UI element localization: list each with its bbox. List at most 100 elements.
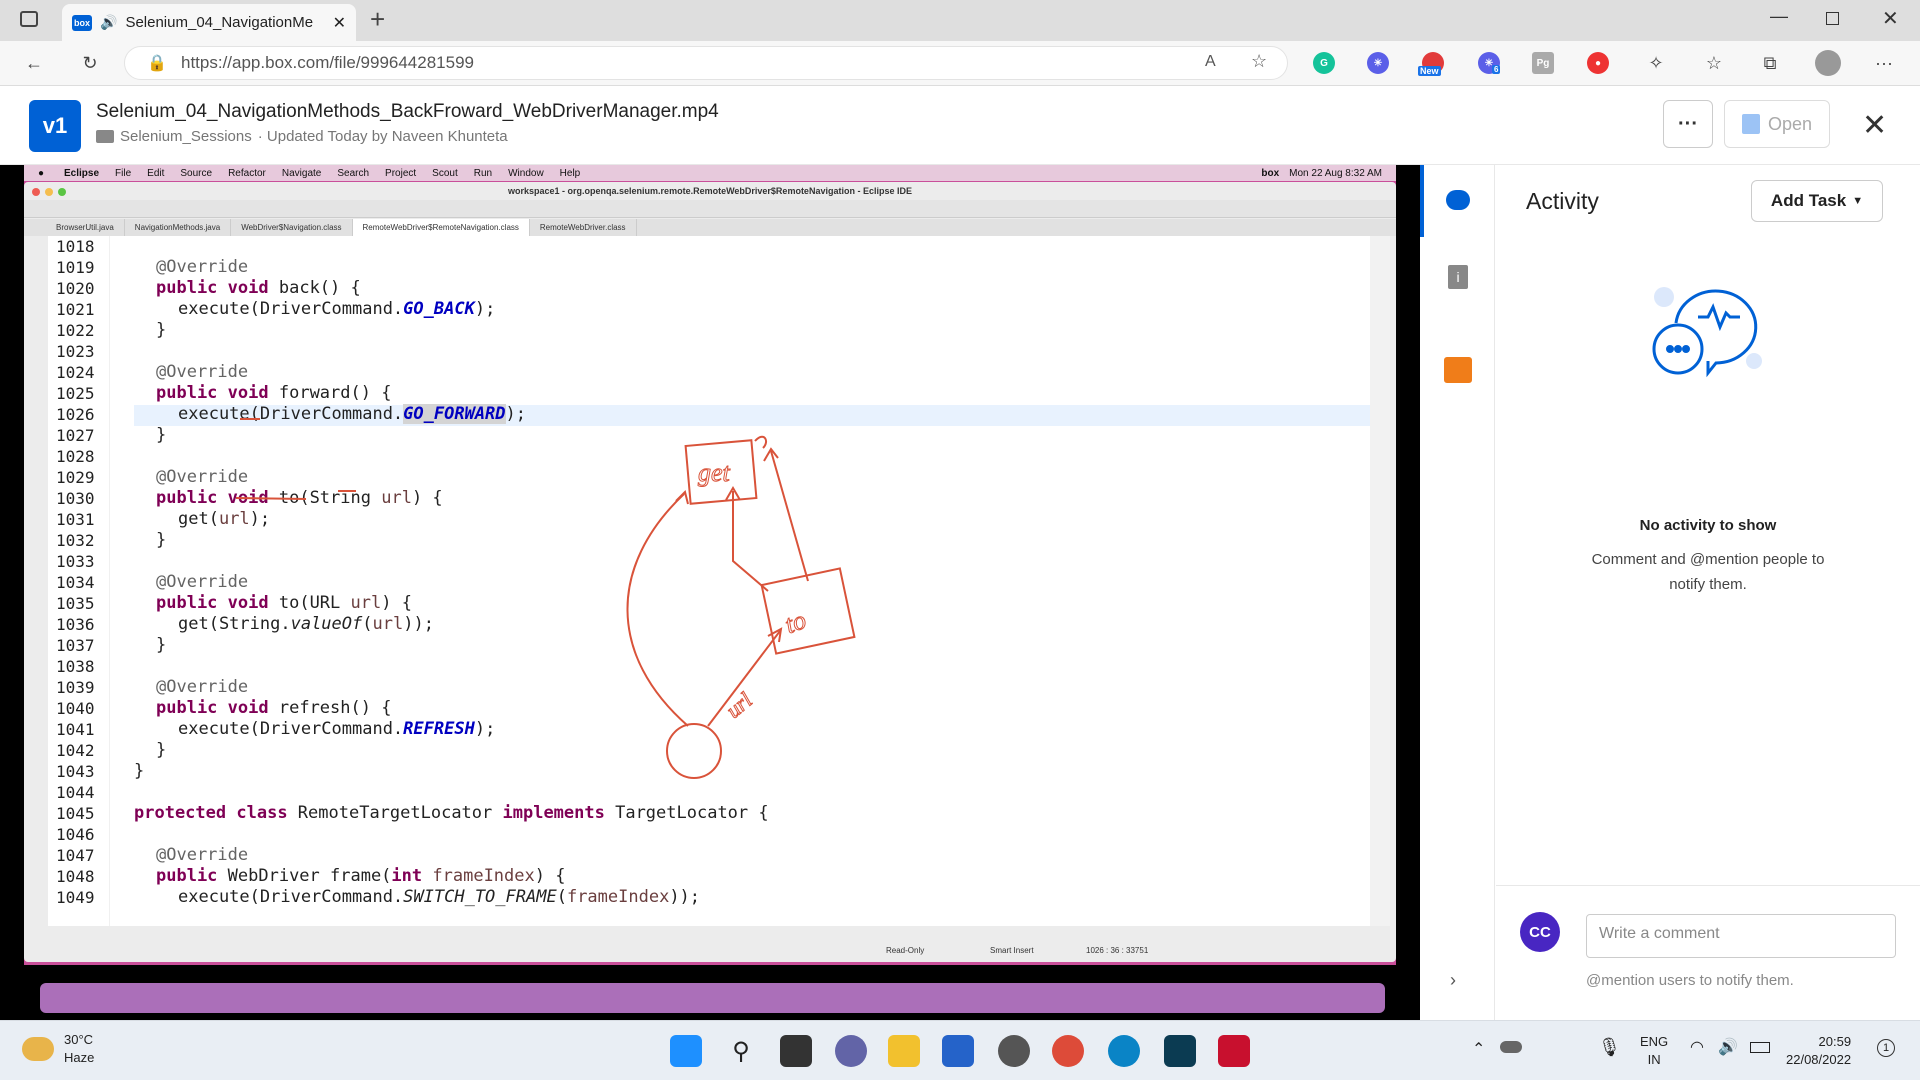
- time: 20:59: [1818, 1034, 1852, 1049]
- collections-icon[interactable]: ⧉: [1756, 49, 1784, 77]
- file-explorer-icon[interactable]: [888, 1035, 920, 1067]
- editor-tab-active: RemoteWebDriver$RemoteNavigation.class: [352, 219, 530, 236]
- editor-tab: NavigationMethods.java: [125, 219, 232, 236]
- notification-badge[interactable]: 1: [1877, 1039, 1895, 1057]
- extension-counter-icon[interactable]: ✳ 6: [1478, 52, 1501, 74]
- menu-eclipse: Eclipse: [64, 167, 100, 179]
- annotation-box-to: [760, 567, 856, 655]
- favorites-icon[interactable]: ☆: [1700, 49, 1728, 77]
- expand-chevron-icon[interactable]: ›: [1450, 970, 1456, 991]
- profile-avatar-icon[interactable]: [1815, 50, 1841, 76]
- start-windows-icon[interactable]: [670, 1035, 702, 1067]
- annotation-get-text: get: [698, 458, 731, 487]
- editor-tab: RemoteWebDriver.class: [530, 219, 637, 236]
- add-task-button[interactable]: Add Task ▼: [1751, 180, 1883, 222]
- window-close-icon[interactable]: ✕: [1882, 6, 1899, 31]
- onedrive-icon[interactable]: [1500, 1041, 1522, 1053]
- preview-sidebar-nav: i ›: [1420, 165, 1495, 1020]
- volume-icon[interactable]: 🔊: [1718, 1037, 1738, 1057]
- region: IN: [1647, 1052, 1661, 1067]
- extension-red-icon[interactable]: ●: [1587, 52, 1609, 74]
- open-label: Open: [1767, 113, 1813, 134]
- no-activity-heading: No activity to show: [1639, 517, 1777, 534]
- restore-icon[interactable]: [1826, 12, 1839, 25]
- eclipse-status-bar: Read-Only Smart Insert 1026 : 36 : 33751: [24, 942, 1396, 960]
- eclipse-window-title: workspace1 - org.openqa.selenium.remote.…: [508, 186, 912, 196]
- status-readonly: Read-Only: [886, 946, 925, 955]
- annotation-arrowhead: [763, 447, 779, 462]
- language-indicator[interactable]: ENG IN: [1640, 1033, 1668, 1069]
- close-preview-button[interactable]: ✕: [1862, 108, 1887, 143]
- lock-icon[interactable]: 🔒: [147, 53, 167, 73]
- menu-search: Search: [337, 167, 370, 179]
- address-bar[interactable]: 🔒 https://app.box.com/file/999644281599 …: [124, 46, 1288, 80]
- new-tab-icon[interactable]: +: [370, 4, 385, 35]
- ms-store-icon[interactable]: [942, 1035, 974, 1067]
- speaker-icon[interactable]: 🔊: [100, 14, 117, 31]
- minimize-icon[interactable]: —: [1770, 6, 1788, 27]
- edge-icon[interactable]: [1108, 1035, 1140, 1067]
- chrome-icon[interactable]: [1052, 1035, 1084, 1067]
- comment-input[interactable]: Write a comment: [1586, 914, 1896, 958]
- tab-close-icon[interactable]: ✕: [333, 13, 346, 33]
- favorite-star-icon[interactable]: ☆: [1251, 51, 1267, 72]
- menu-help: Help: [559, 167, 581, 179]
- status-insert-mode: Smart Insert: [990, 946, 1034, 955]
- browser-tab[interactable]: box 🔊 Selenium_04_NavigationMe ✕: [62, 4, 356, 41]
- extension-snowflake-icon[interactable]: ✳: [1367, 52, 1389, 74]
- mcafee-icon[interactable]: [1218, 1035, 1250, 1067]
- extensions-puzzle-icon[interactable]: ✧: [1642, 49, 1670, 77]
- mac-menu-bar: ● Eclipse File Edit Source Refactor Navi…: [24, 165, 1396, 181]
- extension-pg-icon[interactable]: Pg: [1532, 52, 1554, 74]
- folder-link[interactable]: Selenium_Sessions: [120, 128, 252, 145]
- clock[interactable]: 20:59 22/08/2022: [1786, 1033, 1851, 1069]
- menu-project: Project: [385, 167, 417, 179]
- search-icon[interactable]: ⚲: [725, 1035, 757, 1067]
- more-options-button[interactable]: ···: [1663, 100, 1713, 148]
- app-integration-icon[interactable]: [1444, 357, 1472, 383]
- active-nav-indicator: [1420, 165, 1424, 237]
- date: 22/08/2022: [1786, 1052, 1852, 1067]
- webex-icon[interactable]: [1164, 1035, 1196, 1067]
- annotation-arrowhead: [767, 627, 783, 643]
- browser-toolbar: ← ↻ 🔒 https://app.box.com/file/999644281…: [0, 41, 1920, 86]
- new-badge: New: [1418, 66, 1441, 76]
- mac-dock: [40, 983, 1385, 1013]
- battery-icon[interactable]: [1750, 1042, 1770, 1053]
- activity-comments-icon[interactable]: [1446, 190, 1470, 210]
- extension-new-icon[interactable]: New: [1418, 52, 1444, 76]
- details-info-icon[interactable]: i: [1448, 265, 1468, 289]
- more-options-icon[interactable]: ···: [1870, 49, 1898, 77]
- weather-condition: Haze: [64, 1050, 95, 1065]
- reload-icon[interactable]: ↻: [76, 49, 104, 77]
- editor-tab: BrowserUtil.java: [46, 219, 125, 236]
- eclipse-title-bar: workspace1 - org.openqa.selenium.remote.…: [24, 182, 1396, 200]
- grammarly-icon[interactable]: G: [1313, 52, 1335, 74]
- eclipse-toolbar: [24, 200, 1396, 218]
- menu-scout: Scout: [432, 167, 458, 179]
- haze-weather-icon: [22, 1037, 54, 1061]
- menu-edit: Edit: [147, 167, 165, 179]
- tray-chevron-icon[interactable]: ⌃: [1472, 1039, 1485, 1059]
- version-badge[interactable]: v1: [29, 100, 81, 152]
- add-task-label: Add Task: [1770, 191, 1847, 210]
- wifi-icon[interactable]: ◠: [1690, 1037, 1704, 1057]
- task-view-icon[interactable]: [780, 1035, 812, 1067]
- editor-tab: WebDriver$Navigation.class: [231, 219, 353, 236]
- annotation-arrow: [770, 450, 809, 582]
- back-arrow-icon[interactable]: ←: [20, 49, 48, 77]
- divider: [1496, 885, 1920, 886]
- editor-tabs: BrowserUtil.java NavigationMethods.java …: [24, 219, 1396, 236]
- open-button[interactable]: Open: [1724, 100, 1830, 148]
- video-player[interactable]: ● Eclipse File Edit Source Refactor Navi…: [0, 165, 1420, 1020]
- microphone-icon[interactable]: 🎙: [1598, 1037, 1621, 1058]
- teams-chat-icon[interactable]: [835, 1035, 867, 1067]
- app-icon[interactable]: [998, 1035, 1030, 1067]
- menu-run: Run: [473, 167, 493, 179]
- weather-widget[interactable]: 30°C Haze: [22, 1031, 94, 1067]
- minimize-dot-icon: [45, 188, 53, 196]
- read-aloud-icon[interactable]: A: [1205, 53, 1216, 71]
- no-activity-subtext: Comment and @mention people to notify th…: [1591, 551, 1825, 593]
- box-favicon-icon: box: [72, 14, 92, 31]
- tab-actions-icon[interactable]: [20, 11, 38, 27]
